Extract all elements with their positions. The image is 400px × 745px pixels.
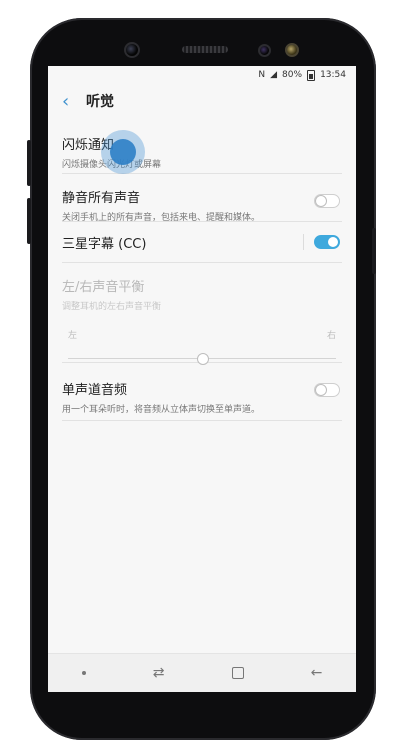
screen: N ◢ 80% 13:54 ‹ 听觉 闪烁通知 闪烁摄像头闪光灯或屏幕 静音所有… [48,66,356,692]
touch-indicator [101,130,145,174]
setting-title: 单声道音频 [62,383,128,398]
setting-samsung-subtitles[interactable]: 三星字幕 (CC) [62,222,342,263]
back-icon[interactable]: ← [311,665,323,681]
touch-indicator-core [110,139,136,165]
setting-title: 三星字幕 (CC) [62,236,147,252]
power-button [372,228,376,274]
volume-up-button [27,140,31,186]
back-arrow-icon[interactable]: ‹ [62,91,86,112]
mono-audio-toggle[interactable] [314,383,340,397]
setting-subtitle: 用一个耳朵听时，将音频从立体声切换至单声道。 [62,405,261,415]
toggle-knob [315,384,327,396]
recents-icon[interactable]: ⇄ [153,665,165,681]
setting-subtitle: 调整耳机的左右声音平衡 [62,302,162,312]
setting-balance: 左/右声音平衡 调整耳机的左右声音平衡 左 右 [62,263,342,365]
setting-title: 静音所有声音 [62,191,141,206]
toggle-knob [315,195,327,207]
earpiece-speaker [182,46,228,53]
sensor-icon [258,44,271,57]
volume-down-button [27,198,31,244]
battery-icon [307,69,316,81]
battery-percent: 80% [282,70,303,80]
front-camera-icon [124,42,140,58]
samsung-subtitles-toggle[interactable] [314,235,340,249]
flash-sensor-icon [285,43,299,57]
settings-list: 闪烁通知 闪烁摄像头闪光灯或屏幕 静音所有声音 关闭手机上的所有声音，包括来电、… [48,118,356,421]
setting-mono-audio[interactable]: 单声道音频 用一个耳朵听时，将音频从立体声切换至单声道。 [62,363,342,421]
nav-dot-icon[interactable] [81,671,86,675]
balance-right-label: 右 [326,331,336,341]
balance-left-label: 左 [68,331,78,341]
mute-all-toggle[interactable] [314,194,340,208]
nfc-icon: N [258,70,266,80]
clock: 13:54 [320,70,346,80]
setting-title: 左/右声音平衡 [62,280,145,295]
divider [303,234,304,250]
status-bar: N ◢ 80% 13:54 [48,66,356,84]
app-bar: ‹ 听觉 [48,84,356,118]
navigation-bar: ⇄ ← [48,653,356,692]
home-icon[interactable] [231,667,244,679]
signal-icon: ◢ [270,70,278,80]
page-title: 听觉 [86,94,114,110]
toggle-knob [327,236,339,248]
setting-mute-all[interactable]: 静音所有声音 关闭手机上的所有声音，包括来电、提醒和媒体。 [62,174,342,223]
